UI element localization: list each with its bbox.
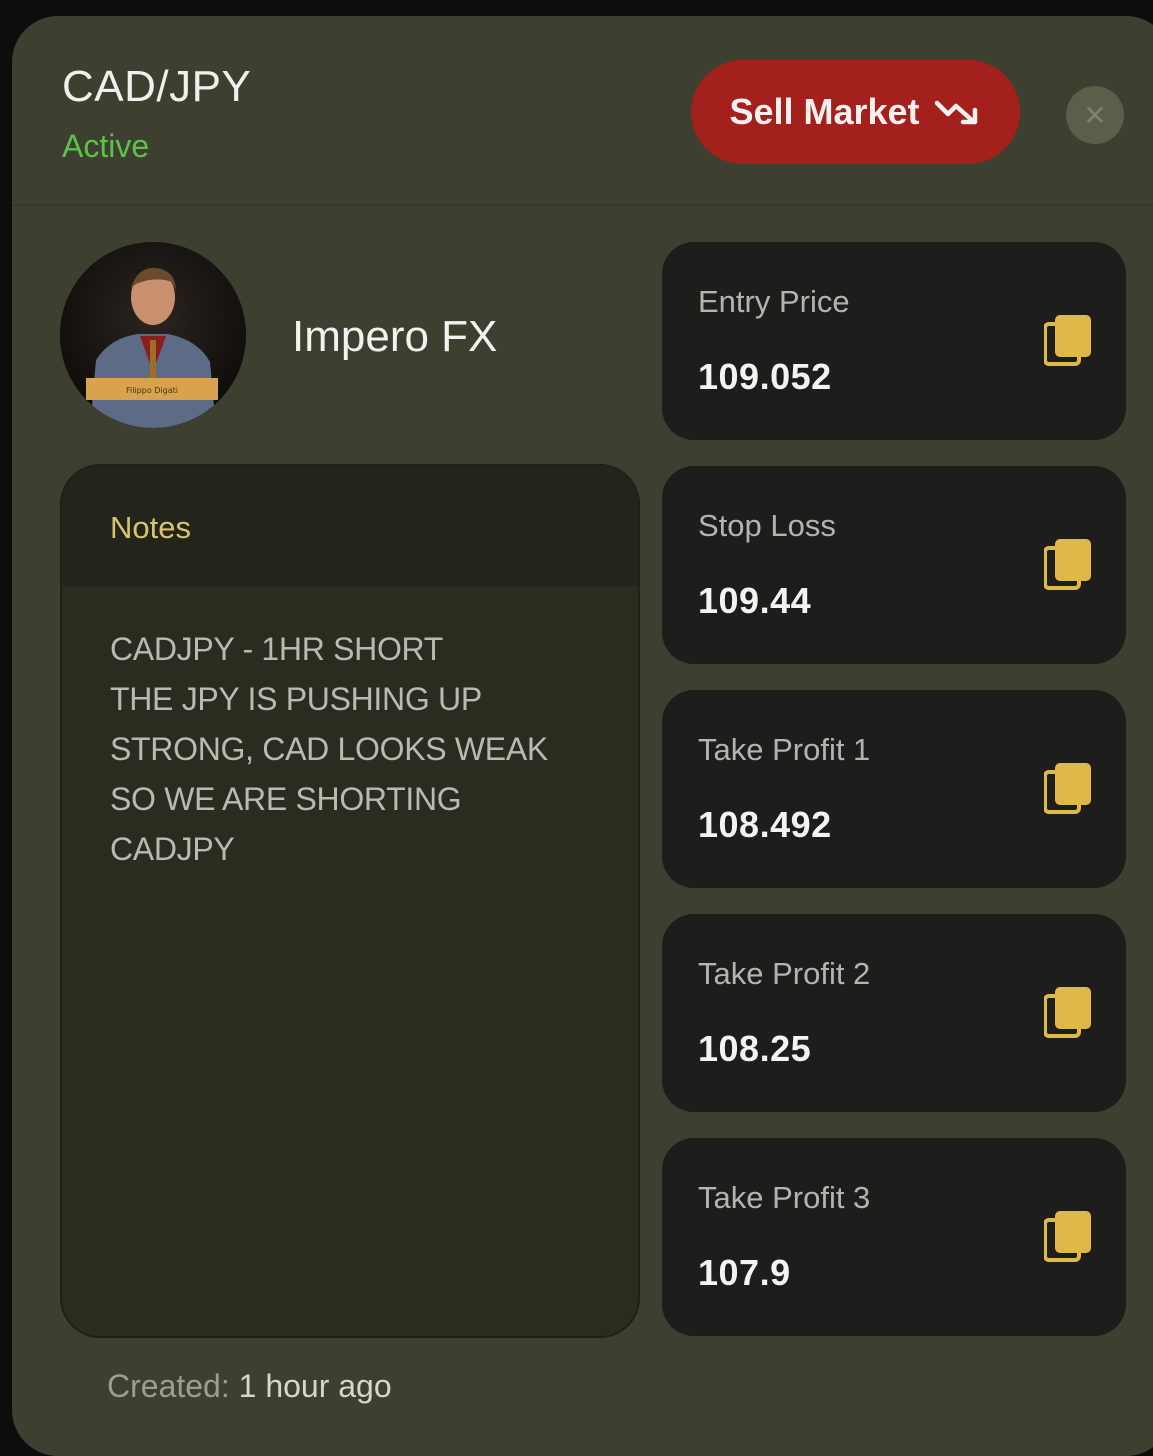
close-icon: ✕ (1083, 99, 1107, 131)
notes-panel: Notes CADJPY - 1HR SHORT THE JPY IS PUSH… (60, 464, 640, 1338)
sell-market-button[interactable]: Sell Market (691, 60, 1020, 164)
copy-icon[interactable] (1044, 314, 1092, 368)
avatar-caption: Filippo Digati (126, 386, 178, 395)
avatar: Filippo Digati (60, 242, 246, 428)
created-label: Created: (107, 1368, 230, 1404)
price-card-entry: Entry Price 109.052 (662, 242, 1126, 440)
copy-icon[interactable] (1044, 1210, 1092, 1264)
price-value: 107.9 (698, 1252, 791, 1293)
notes-body: CADJPY - 1HR SHORT THE JPY IS PUSHING UP… (110, 631, 548, 867)
copy-icon[interactable] (1044, 986, 1092, 1040)
close-button[interactable]: ✕ (1066, 86, 1124, 144)
price-value: 109.44 (698, 580, 812, 621)
price-label: Entry Price (698, 284, 850, 319)
notes-title: Notes (110, 510, 191, 545)
copy-icon[interactable] (1044, 538, 1092, 592)
status-badge: Active (62, 128, 150, 164)
created-timestamp: Created: 1 hour ago (107, 1368, 392, 1405)
trending-down-icon (934, 100, 977, 125)
notes-header: Notes (62, 466, 638, 586)
price-value: 108.25 (698, 1028, 812, 1069)
created-value: 1 hour ago (238, 1368, 392, 1404)
sell-market-label: Sell Market (729, 91, 920, 132)
price-label: Stop Loss (698, 508, 836, 543)
signal-header: CAD/JPY Active Sell Market ✕ (12, 16, 1153, 206)
price-label: Take Profit 1 (698, 732, 871, 767)
price-label: Take Profit 2 (698, 956, 871, 991)
price-value: 109.052 (698, 356, 832, 397)
price-card-take-profit-3: Take Profit 3 107.9 (662, 1138, 1126, 1336)
trader-name: Impero FX (292, 312, 498, 361)
currency-pair: CAD/JPY (62, 62, 252, 111)
price-card-take-profit-1: Take Profit 1 108.492 (662, 690, 1126, 888)
copy-icon[interactable] (1044, 762, 1092, 816)
price-value: 108.492 (698, 804, 832, 845)
price-label: Take Profit 3 (698, 1180, 871, 1215)
signal-card: CAD/JPY Active Sell Market ✕ Filippo Dig… (12, 16, 1153, 1456)
price-card-take-profit-2: Take Profit 2 108.25 (662, 914, 1126, 1112)
price-card-stop-loss: Stop Loss 109.44 (662, 466, 1126, 664)
